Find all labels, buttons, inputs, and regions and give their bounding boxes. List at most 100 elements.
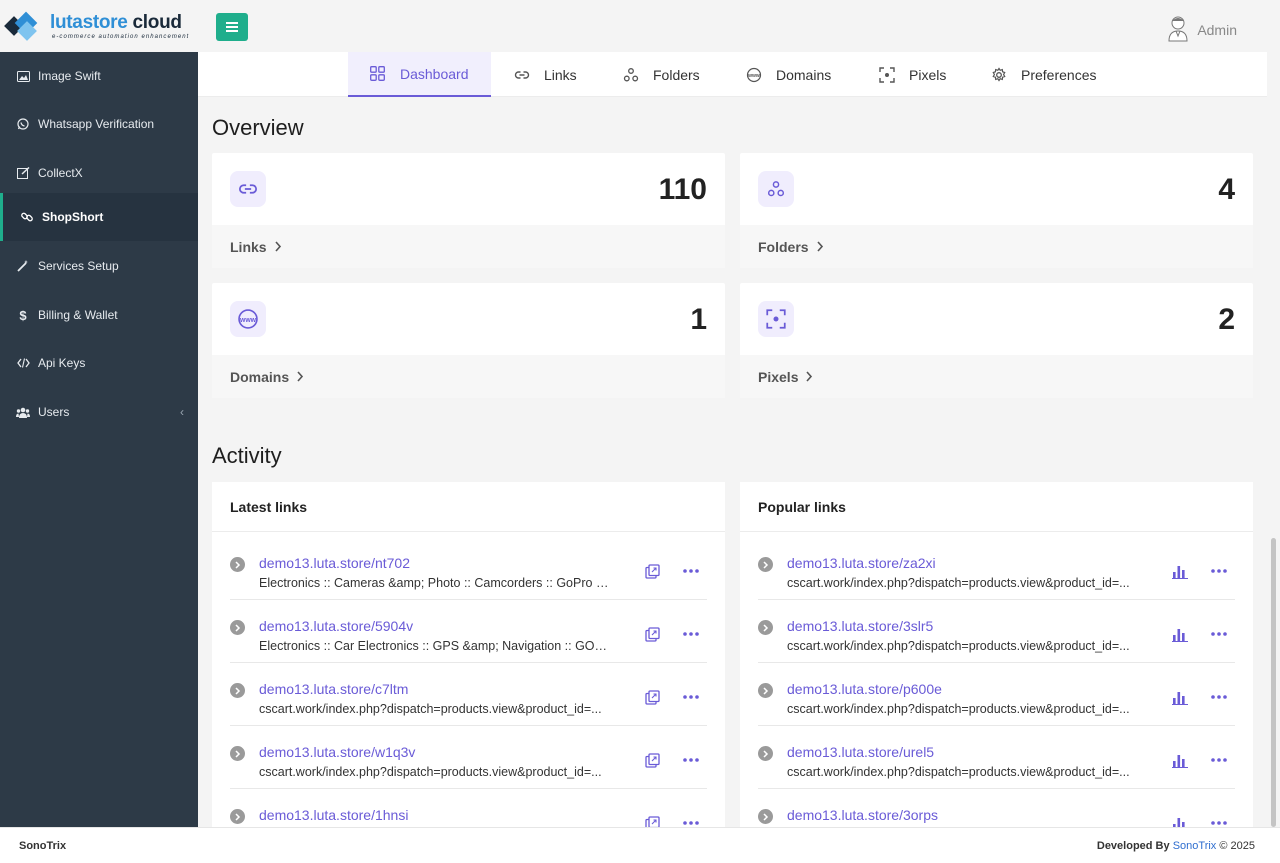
www-icon: www — [230, 301, 266, 337]
sidebar-item-api-keys[interactable]: Api Keys — [0, 339, 198, 387]
list-item: demo13.luta.store/5904vElectronics :: Ca… — [230, 600, 707, 663]
sidebar-item-whatsapp-verification[interactable]: Whatsapp Verification — [0, 100, 198, 148]
stat-value: 2 — [1218, 303, 1235, 336]
stat-card-pixels: 2 Pixels — [740, 283, 1253, 398]
tab-folders[interactable]: Folders — [623, 52, 700, 97]
short-link[interactable]: demo13.luta.store/urel5 — [787, 744, 934, 760]
stat-value: 4 — [1218, 173, 1235, 206]
copy-icon[interactable] — [644, 752, 660, 768]
image-icon — [16, 69, 30, 83]
pixel-icon — [758, 301, 794, 337]
sidebar-item-services-setup[interactable]: Services Setup — [0, 242, 198, 290]
tab-preferences[interactable]: Preferences — [991, 52, 1096, 97]
chevron-right-icon — [296, 371, 304, 382]
bar-chart-icon[interactable] — [1172, 626, 1188, 642]
short-link[interactable]: demo13.luta.store/3orps — [787, 807, 938, 823]
short-link[interactable]: demo13.luta.store/3slr5 — [787, 618, 933, 634]
link-icon — [514, 67, 530, 83]
short-link[interactable]: demo13.luta.store/w1q3v — [259, 744, 415, 760]
target-url: cscart.work/index.php?dispatch=products.… — [259, 765, 602, 779]
chevron-circle-icon — [230, 557, 245, 572]
list-item: demo13.luta.store/urel5 cscart.work/index… — [758, 726, 1235, 789]
svg-text:www: www — [747, 73, 760, 79]
chevron-circle-icon — [758, 557, 773, 572]
sidebar-item-billing-wallet[interactable]: $ Billing & Wallet — [0, 291, 198, 339]
chevron-right-icon — [274, 241, 282, 252]
list-item: demo13.luta.store/nt702Electronics :: Ca… — [230, 537, 707, 600]
tab-label: Folders — [653, 66, 700, 83]
tab-label: Preferences — [1021, 66, 1097, 83]
user-menu[interactable]: Admin — [1167, 16, 1237, 42]
link-icon — [230, 171, 266, 207]
tab-links[interactable]: Links — [514, 52, 577, 97]
more-options-icon[interactable] — [682, 626, 700, 642]
www-icon: www — [746, 67, 762, 83]
stat-value: 1 — [690, 303, 707, 336]
bar-chart-icon[interactable] — [1172, 563, 1188, 579]
sidebar: Image Swift Whatsapp Verification Collec… — [0, 52, 198, 827]
stat-value: 110 — [658, 173, 707, 206]
stat-card-domains: www 1 Domains — [212, 283, 725, 398]
stat-link-links[interactable]: Links — [212, 225, 725, 268]
footer: SonoTrix Developed By SonoTrix © 2025 — [0, 827, 1280, 863]
activity-heading: Activity — [212, 443, 282, 468]
tab-label: Dashboard — [400, 65, 469, 82]
sidebar-item-shopshort[interactable]: ShopShort — [0, 193, 198, 241]
more-options-icon[interactable] — [682, 752, 700, 768]
short-link[interactable]: demo13.luta.store/5904v — [259, 618, 413, 634]
panel-title: Popular links — [740, 482, 1253, 532]
sidebar-item-image-swift[interactable]: Image Swift — [0, 52, 198, 100]
more-options-icon[interactable] — [682, 563, 700, 579]
list-item: demo13.luta.store/w1q3v cscart.work/index… — [230, 726, 707, 789]
short-link[interactable]: demo13.luta.store/p600e — [787, 681, 942, 697]
footer-developer-link[interactable]: SonoTrix — [1173, 840, 1217, 852]
chevron-circle-icon — [230, 746, 245, 761]
sidebar-item-users[interactable]: Users ‹ — [0, 388, 198, 436]
copy-icon[interactable] — [644, 689, 660, 705]
sidebar-item-label: CollectX — [38, 166, 83, 180]
more-options-icon[interactable] — [1210, 626, 1228, 642]
short-link[interactable]: demo13.luta.store/c7ltm — [259, 681, 408, 697]
grid-icon — [370, 65, 386, 82]
latest-links-panel: Latest links demo13.luta.store/nt702 Elec… — [212, 482, 725, 852]
chevron-circle-icon — [758, 746, 773, 761]
list-item: demo13.luta.store/p600e cscart.work/index… — [758, 663, 1235, 726]
more-options-icon[interactable] — [1210, 563, 1228, 579]
scrollbar-thumb[interactable] — [1271, 538, 1276, 827]
short-link[interactable]: demo13.luta.store/za2xi — [787, 555, 936, 571]
sidebar-item-collectx[interactable]: CollectX — [0, 149, 198, 197]
sidebar-item-label: Services Setup — [38, 259, 119, 273]
stat-link-folders[interactable]: Folders — [740, 225, 1253, 268]
sidebar-toggle-button[interactable] — [216, 13, 248, 41]
more-options-icon[interactable] — [682, 689, 700, 705]
short-link[interactable]: demo13.luta.store/1hnsi — [259, 807, 408, 823]
target-url: cscart.work/index.php?dispatch=products.… — [787, 702, 1130, 716]
short-link[interactable]: demo13.luta.store/nt702 — [259, 555, 410, 571]
more-options-icon[interactable] — [1210, 689, 1228, 705]
users-icon — [16, 405, 30, 419]
copy-icon[interactable] — [644, 626, 660, 642]
chevron-circle-icon — [758, 620, 773, 635]
bar-chart-icon[interactable] — [1172, 689, 1188, 705]
target-url: cscart.work/index.php?dispatch=products.… — [787, 639, 1130, 653]
copy-icon[interactable] — [644, 563, 660, 579]
sidebar-item-label: Billing & Wallet — [38, 308, 118, 322]
tab-domains[interactable]: www Domains — [746, 52, 831, 97]
stat-link-domains[interactable]: Domains — [212, 355, 725, 398]
target-url: Electronics :: Cameras &amp; Photo :: Ca… — [259, 576, 609, 590]
stat-card-folders: 4 Folders — [740, 153, 1253, 268]
chevron-right-icon — [816, 241, 824, 252]
target-url: cscart.work/index.php?dispatch=products.… — [259, 702, 602, 716]
brand-tagline: e-commerce automation enhancement — [52, 34, 190, 40]
brand-logo[interactable]: lutastore cloud e-commerce automation en… — [4, 8, 194, 44]
sidebar-item-label: Image Swift — [38, 69, 101, 83]
bar-chart-icon[interactable] — [1172, 752, 1188, 768]
stat-link-pixels[interactable]: Pixels — [740, 355, 1253, 398]
folders-icon — [758, 171, 794, 207]
more-options-icon[interactable] — [1210, 752, 1228, 768]
stat-label: Links — [230, 238, 267, 255]
footer-credit: Developed By SonoTrix © 2025 — [1096, 839, 1255, 852]
target-url: Electronics :: Car Electronics :: GPS &a… — [259, 639, 609, 653]
tab-dashboard[interactable]: Dashboard — [348, 52, 491, 97]
tab-pixels[interactable]: Pixels — [879, 52, 946, 97]
